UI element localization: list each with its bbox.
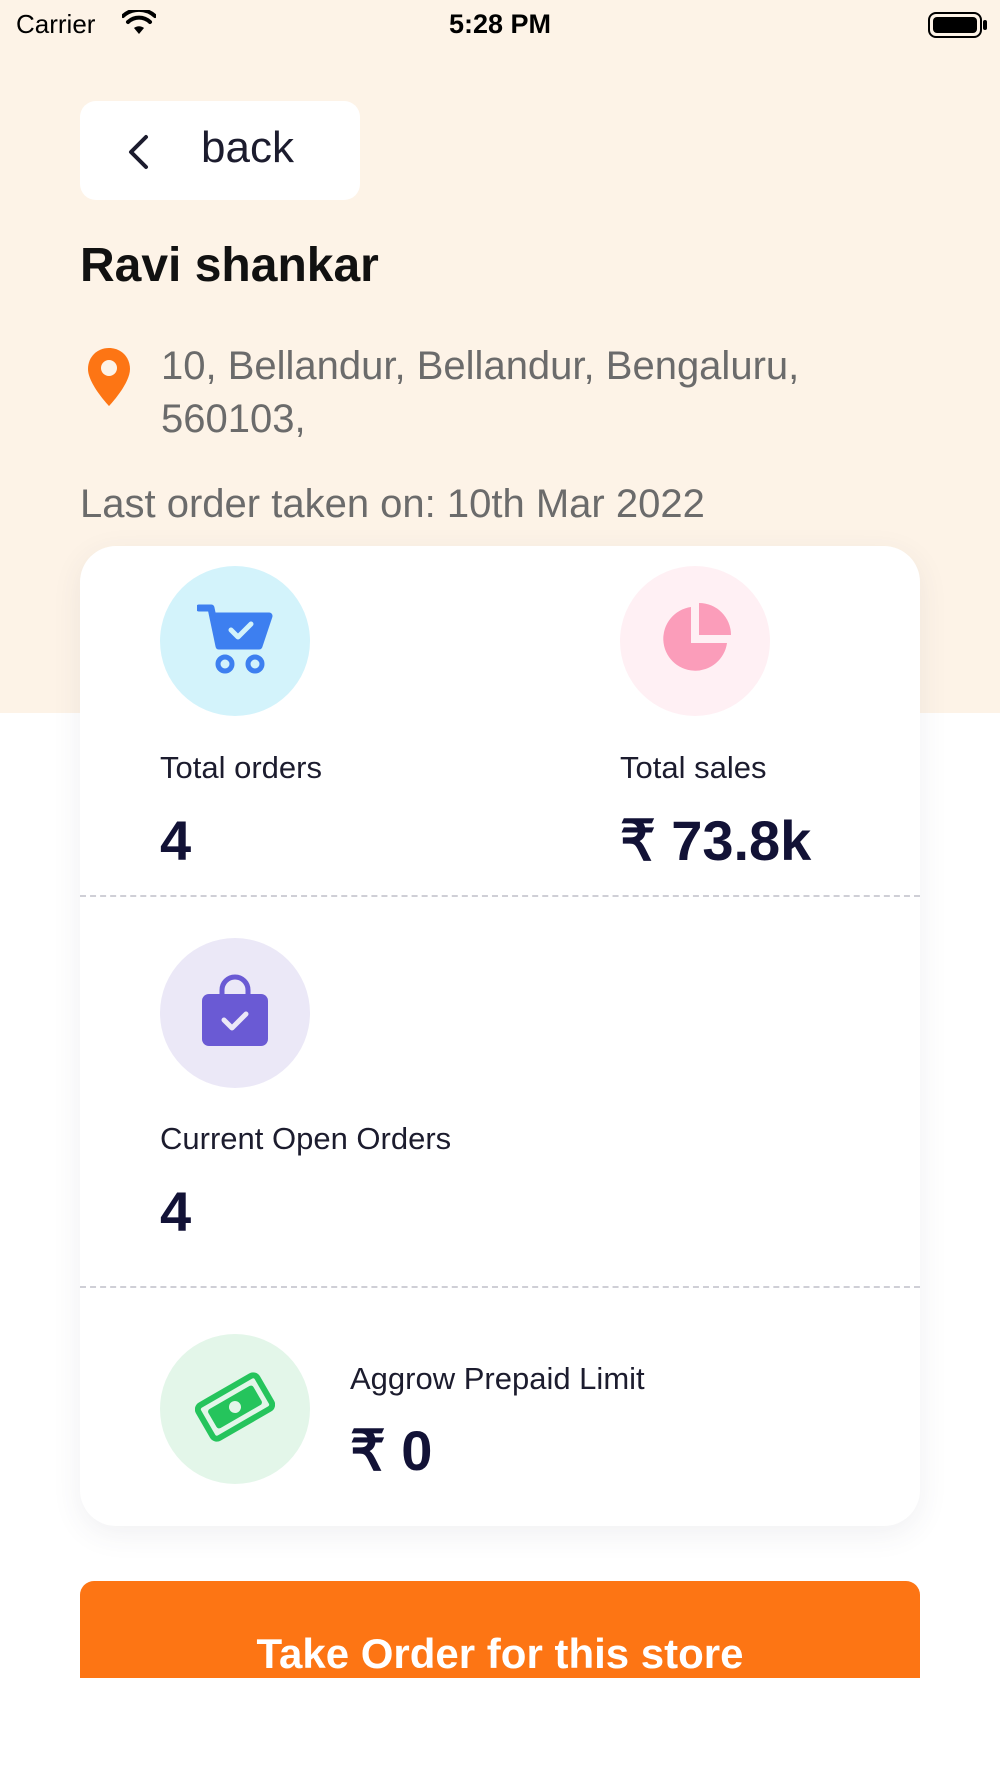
chevron-left-icon [126,134,150,174]
prepaid-limit-label: Aggrow Prepaid Limit [350,1361,645,1396]
prepaid-limit-value: ₹ 0 [350,1419,433,1482]
total-orders-icon-circle [160,566,310,716]
total-orders-value: 4 [160,809,192,872]
divider [80,1286,920,1288]
back-button[interactable]: back [80,101,360,200]
total-sales-label: Total sales [620,750,767,785]
store-address: 10, Bellandur, Bellandur, Bengaluru, 560… [161,344,800,441]
total-sales-icon-circle [620,566,770,716]
back-label: back [201,123,294,172]
shopping-bag-icon [200,974,270,1052]
open-orders-icon-circle [160,938,310,1088]
clock: 5:28 PM [448,9,552,39]
last-order-date: Last order taken on: 10th Mar 2022 [80,482,705,526]
pie-chart-icon [657,601,733,681]
open-orders-label: Current Open Orders [160,1121,452,1156]
divider [80,895,920,897]
total-orders-label: Total orders [160,750,322,785]
location-pin-icon [86,346,132,412]
total-sales-value: ₹ 73.8k [620,809,812,872]
status-bar: Carrier 5:28 PM [0,0,1000,52]
money-icon [194,1372,276,1446]
take-order-button[interactable]: Take Order for this store [80,1581,920,1678]
store-stats-card: Total orders 4 Total sales ₹ 73.8k Curre… [80,546,920,1526]
open-orders-value: 4 [160,1180,192,1243]
store-name: Ravi shankar [80,239,379,292]
prepaid-limit-icon-circle [160,1334,310,1484]
cart-icon [195,602,273,680]
battery-icon [928,12,988,42]
